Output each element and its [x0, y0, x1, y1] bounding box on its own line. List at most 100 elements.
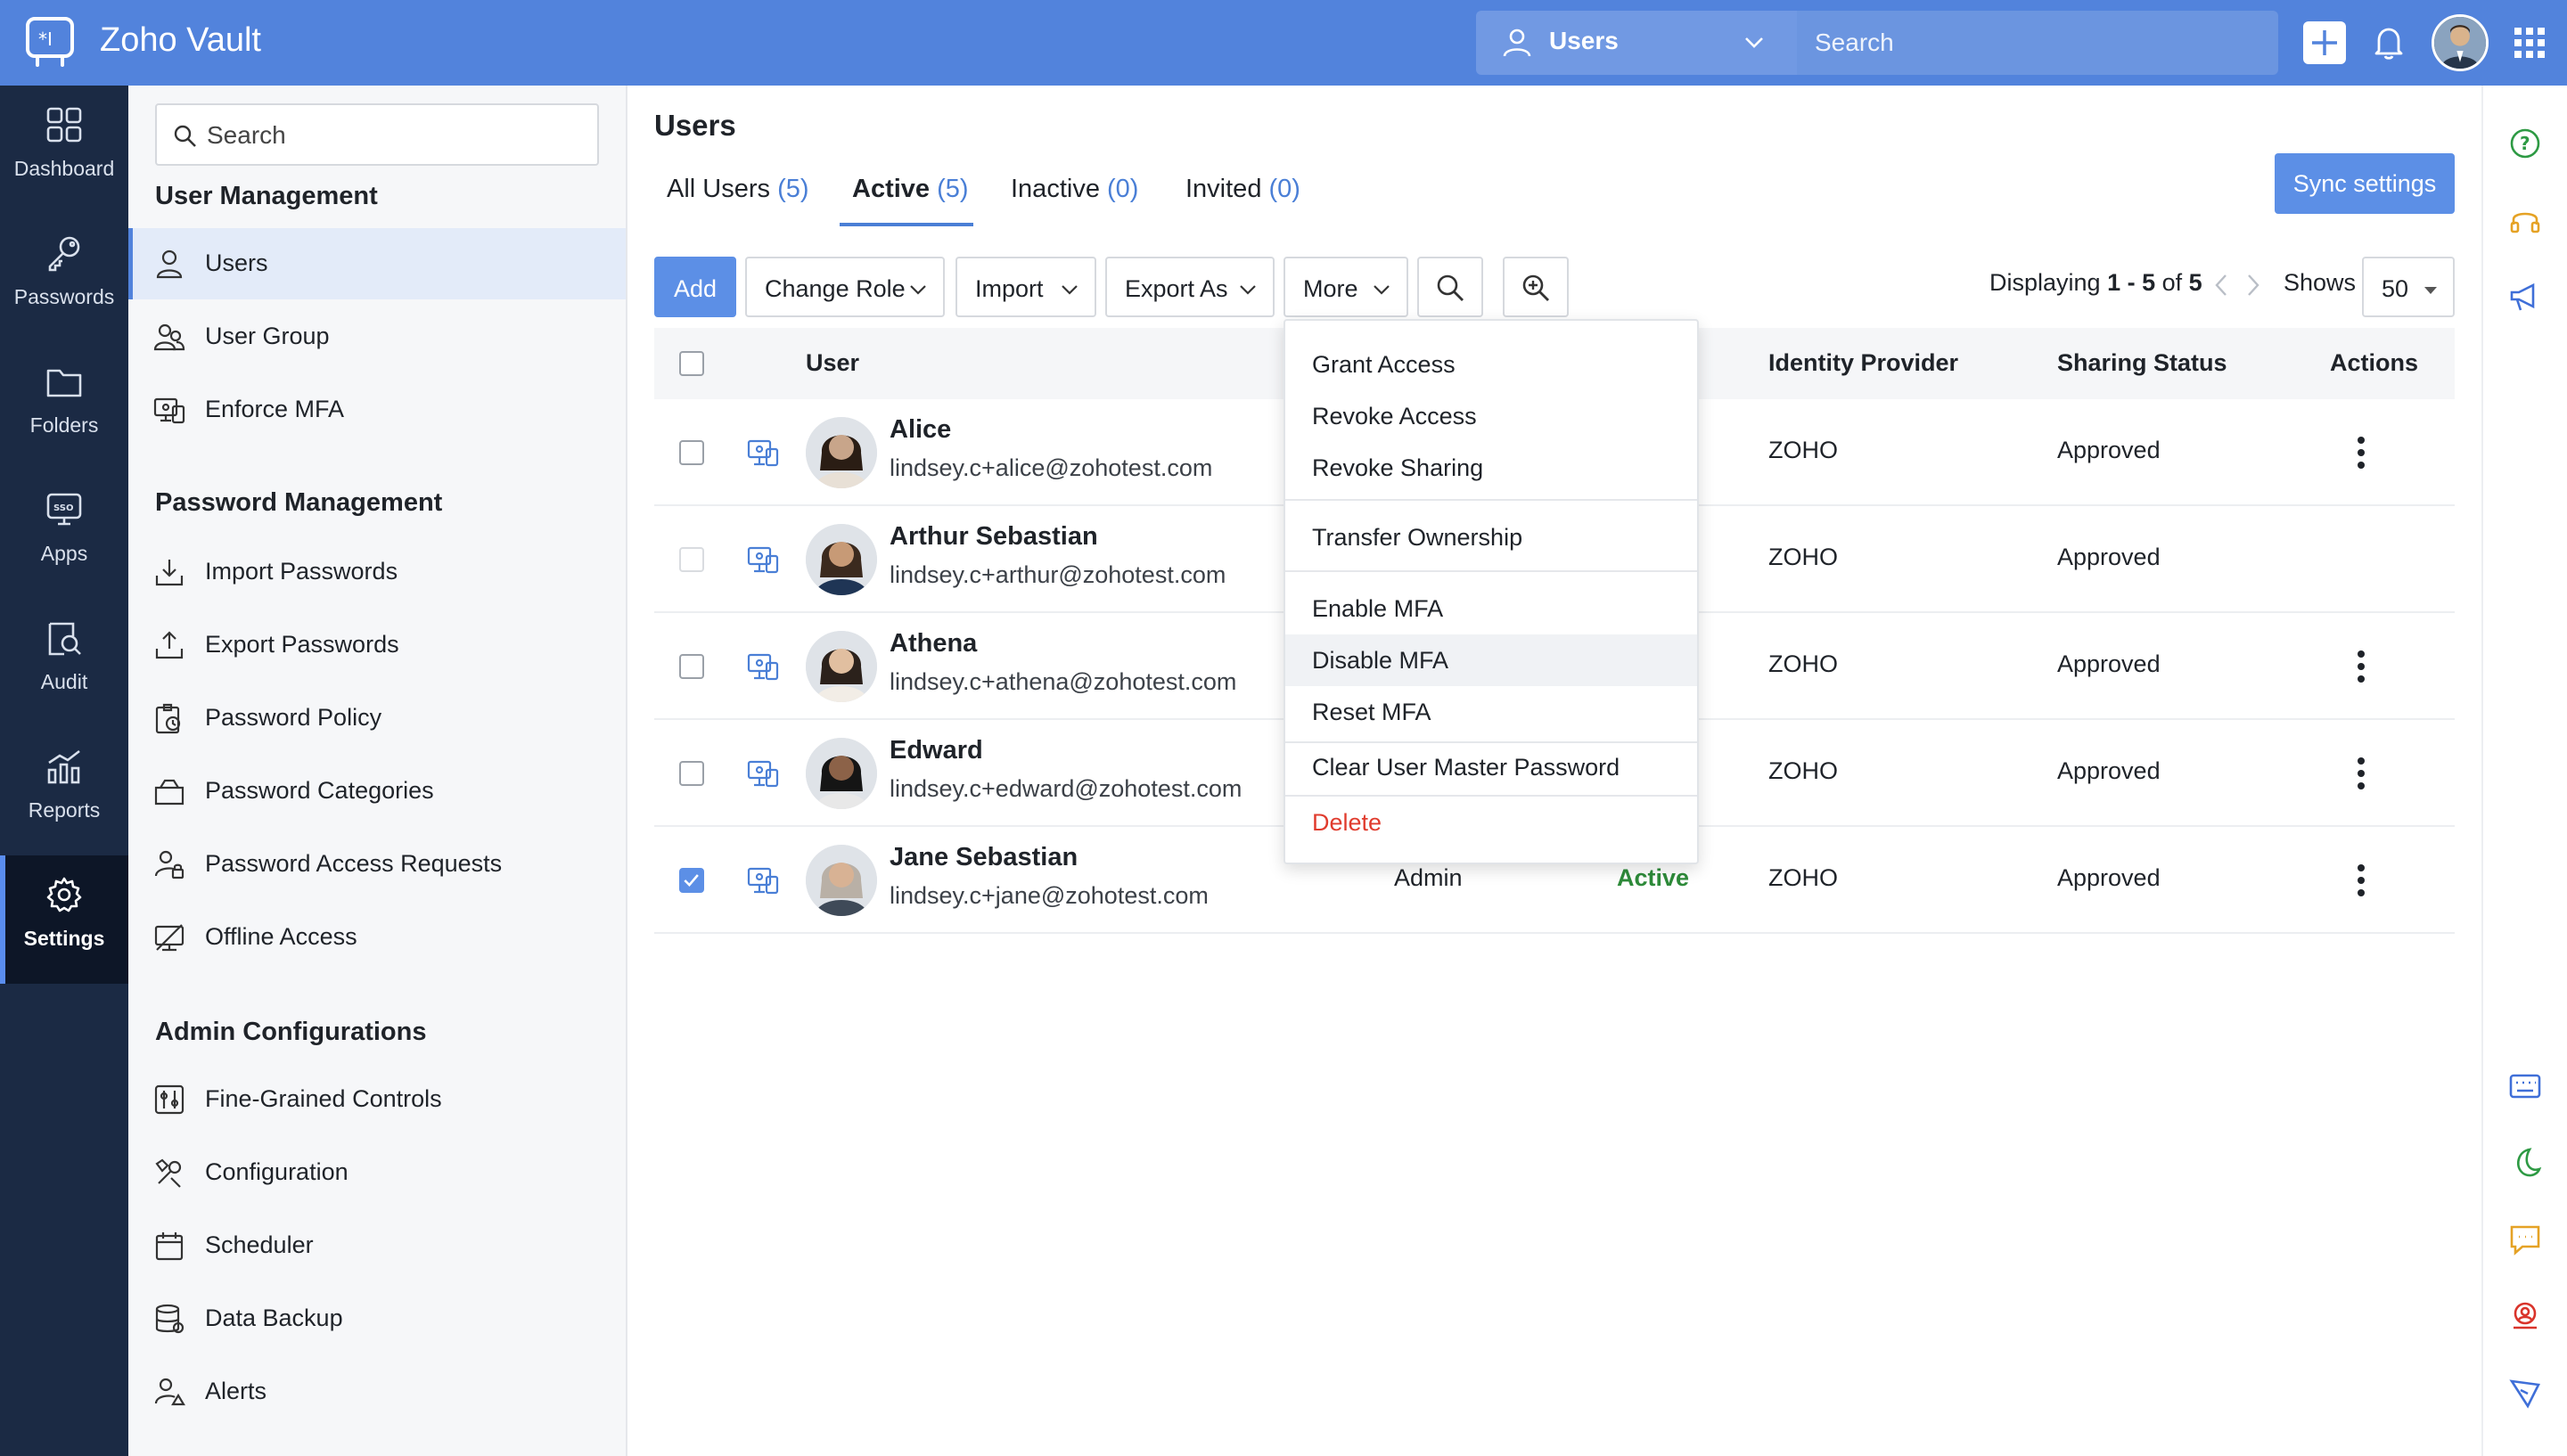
select-all-checkbox[interactable]	[679, 351, 704, 376]
add-user-button[interactable]: Add	[654, 257, 736, 317]
row-checkbox[interactable]	[679, 761, 704, 786]
bell-icon[interactable]	[2373, 25, 2405, 61]
profile-avatar[interactable]	[2432, 14, 2489, 71]
avatar	[806, 845, 877, 916]
user-name[interactable]: Alice	[890, 415, 951, 445]
rail-item-settings[interactable]: Settings	[0, 855, 128, 984]
avatar	[806, 417, 877, 488]
search-icon	[174, 125, 196, 147]
kebab-menu-icon[interactable]	[2355, 649, 2367, 684]
reports-icon	[47, 749, 80, 784]
section-heading-admin-configurations: Admin Configurations	[155, 1018, 427, 1046]
menu-item-revoke-sharing[interactable]: Revoke Sharing	[1285, 442, 1697, 494]
locate-icon[interactable]	[2508, 1299, 2542, 1333]
sidebar-search-input[interactable]	[207, 118, 581, 153]
page-size-select[interactable]: 50	[2362, 257, 2455, 317]
gear-icon	[46, 877, 82, 912]
sidebar-item-password-policy[interactable]: Password Policy	[128, 683, 626, 754]
search-scope-select[interactable]: Users	[1476, 11, 1797, 75]
keyboard-icon[interactable]	[2508, 1069, 2542, 1103]
tab-inactive[interactable]: Inactive (0)	[1011, 175, 1138, 228]
sidebar-item-label: Offline Access	[205, 923, 357, 950]
advanced-search-button[interactable]	[1503, 257, 1569, 317]
rail-item-folders[interactable]: Folders	[0, 342, 128, 470]
sidebar-item-alerts[interactable]: Alerts	[128, 1356, 626, 1427]
sidebar-item-export-passwords[interactable]: Export Passwords	[128, 609, 626, 681]
chevron-down-icon	[910, 285, 926, 295]
pagination-of: of	[2161, 269, 2183, 296]
tab-all-users[interactable]: All Users (5)	[667, 175, 809, 228]
section-heading-password-management: Password Management	[155, 488, 443, 517]
rail-item-dashboard[interactable]: Dashboard	[0, 86, 128, 214]
tab-count: (0)	[1107, 175, 1139, 203]
menu-item-delete[interactable]: Delete	[1285, 797, 1697, 848]
chevron-down-icon	[1745, 37, 1763, 48]
row-checkbox[interactable]	[679, 440, 704, 465]
sidebar-item-password-categories[interactable]: Password Categories	[128, 756, 626, 827]
more-button[interactable]: More	[1284, 257, 1408, 317]
sidebar-item-configuration[interactable]: Configuration	[128, 1137, 626, 1208]
tab-count: (0)	[1268, 175, 1300, 203]
kebab-menu-icon[interactable]	[2355, 435, 2367, 470]
sidebar-item-user-group[interactable]: User Group	[128, 301, 626, 372]
sidebar-item-data-backup[interactable]: Data Backup	[128, 1283, 626, 1354]
sidebar-item-label: Scheduler	[205, 1231, 314, 1258]
quick-add-button[interactable]	[2303, 21, 2346, 64]
sidebar-item-import-passwords[interactable]: Import Passwords	[128, 536, 626, 608]
rail-item-apps[interactable]: SSO Apps	[0, 470, 128, 599]
kebab-menu-icon[interactable]	[2355, 756, 2367, 791]
sidebar-item-users[interactable]: Users	[128, 228, 626, 299]
sidebar-item-password-access-requests[interactable]: Password Access Requests	[128, 829, 626, 900]
button-label: Import	[975, 275, 1044, 302]
user-name[interactable]: Athena	[890, 629, 977, 658]
menu-item-reset-mfa[interactable]: Reset MFA	[1285, 686, 1697, 738]
user-name[interactable]: Jane Sebastian	[890, 843, 1078, 872]
tab-active[interactable]: Active (5)	[852, 175, 969, 228]
global-search-input[interactable]	[1815, 23, 2260, 62]
zoom-in-icon	[1522, 274, 1549, 301]
avatar	[806, 524, 877, 595]
tab-invited[interactable]: Invited (0)	[1185, 175, 1300, 228]
vault-logo-icon[interactable]: *I	[25, 16, 75, 68]
chevron-left-icon[interactable]	[2212, 273, 2230, 298]
search-scope-label: Users	[1549, 27, 1619, 54]
rail-item-reports[interactable]: Reports	[0, 727, 128, 855]
active-tab-indicator	[840, 223, 973, 226]
moon-icon[interactable]	[2508, 1146, 2542, 1180]
rail-label: Passwords	[13, 285, 115, 308]
sidebar-item-scheduler[interactable]: Scheduler	[128, 1210, 626, 1281]
app-grid-icon[interactable]	[2514, 27, 2546, 59]
rail-item-passwords[interactable]: Passwords	[0, 214, 128, 342]
help-icon[interactable]: ?	[2508, 127, 2542, 160]
sidebar-item-fine-grained-controls[interactable]: Fine-Grained Controls	[128, 1064, 626, 1135]
kebab-menu-icon[interactable]	[2355, 863, 2367, 898]
user-name[interactable]: Edward	[890, 736, 983, 765]
user-name[interactable]: Arthur Sebastian	[890, 522, 1098, 552]
announcement-icon[interactable]	[2508, 280, 2542, 314]
menu-item-disable-mfa[interactable]: Disable MFA	[1285, 634, 1697, 686]
row-checkbox[interactable]	[679, 654, 704, 679]
table-search-button[interactable]	[1417, 257, 1483, 317]
global-search	[1797, 11, 2278, 75]
headset-icon[interactable]	[2508, 203, 2542, 237]
feedback-icon[interactable]	[2508, 1376, 2542, 1410]
rail-item-audit[interactable]: Audit	[0, 599, 128, 727]
import-button[interactable]: Import	[955, 257, 1096, 317]
key-icon	[48, 236, 80, 272]
menu-item-clear-master-password[interactable]: Clear User Master Password	[1285, 741, 1697, 793]
sync-settings-button[interactable]: Sync settings	[2275, 153, 2455, 214]
calendar-icon	[155, 1232, 184, 1261]
sidebar-item-offline-access[interactable]: Offline Access	[128, 902, 626, 973]
avatar	[806, 631, 877, 702]
sidebar-item-enforce-mfa[interactable]: Enforce MFA	[128, 374, 626, 446]
sidebar-item-label: Export Passwords	[205, 631, 399, 658]
change-role-button[interactable]: Change Role	[745, 257, 945, 317]
menu-item-transfer-ownership[interactable]: Transfer Ownership	[1285, 511, 1697, 563]
export-as-button[interactable]: Export As	[1105, 257, 1275, 317]
menu-item-revoke-access[interactable]: Revoke Access	[1285, 390, 1697, 442]
chevron-right-icon[interactable]	[2244, 273, 2262, 298]
row-checkbox[interactable]	[679, 868, 704, 893]
menu-item-grant-access[interactable]: Grant Access	[1285, 339, 1697, 390]
chat-icon[interactable]	[2508, 1223, 2542, 1256]
menu-item-enable-mfa[interactable]: Enable MFA	[1285, 583, 1697, 634]
